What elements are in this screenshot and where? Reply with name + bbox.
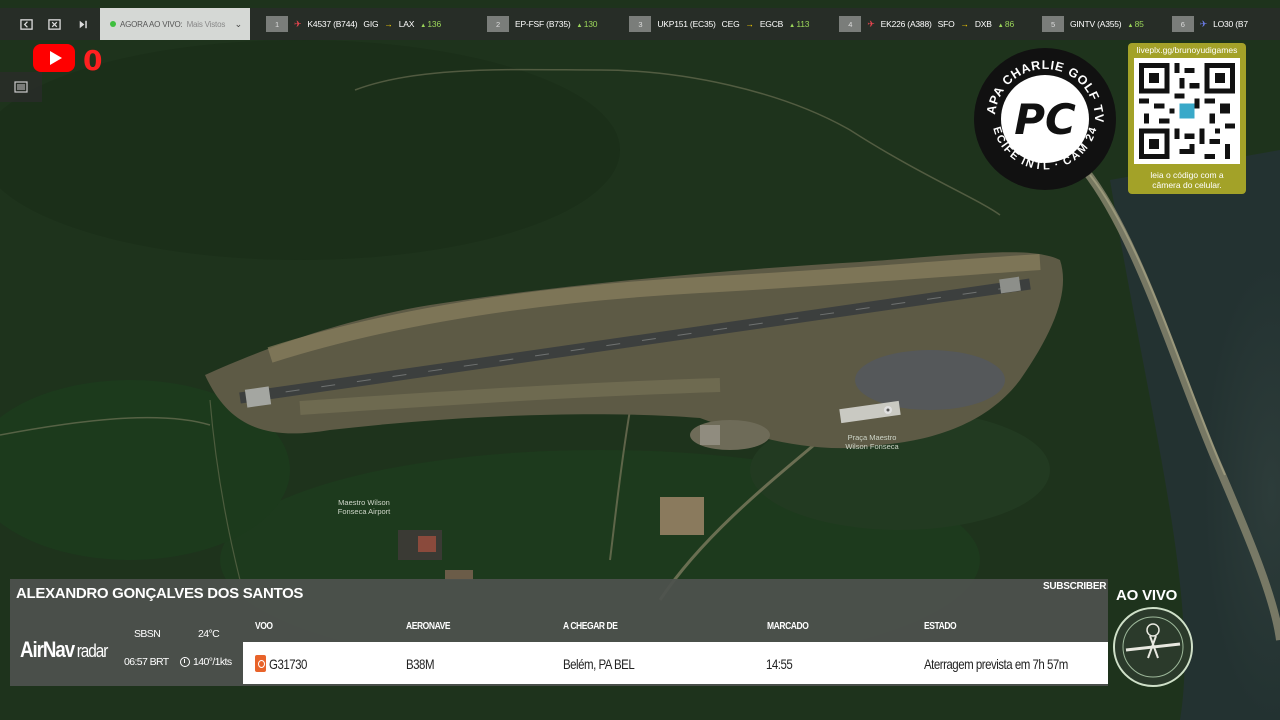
ranked-flight-item[interactable]: 3 UKP151 (EC35) CEG → EGCB 113	[629, 16, 809, 32]
viewer-count: 85	[1127, 19, 1144, 29]
destination-code: LAX	[398, 19, 415, 29]
airport-icao: SBSN	[134, 628, 161, 640]
arrow-right-icon: →	[960, 19, 970, 29]
now-live-value: Mais Vistos	[186, 19, 226, 29]
flight-row[interactable]: G31730 B38M Belém, PA BEL 14:55 Aterrage…	[243, 642, 1108, 684]
channel-logo: PAPA CHARLIE GOLF TV RECIFE INTL · CAM 2…	[972, 46, 1116, 190]
now-live-selector[interactable]: AGORA AO VIVO: Mais Vistos ⌄	[100, 8, 250, 40]
next-button[interactable]	[68, 8, 96, 40]
collapse-left-button[interactable]	[12, 8, 40, 40]
column-header-scheduled: MARCADO	[767, 621, 809, 632]
rank-badge: 3	[629, 16, 652, 32]
rank-badge: 4	[839, 16, 862, 32]
map-pin-icon[interactable]	[884, 406, 892, 414]
top-ticker-bar: AGORA AO VIVO: Mais Vistos ⌄ 1 ✈ K4537 (…	[0, 8, 1280, 40]
aircraft-type: B38M	[406, 656, 435, 672]
youtube-counter: 0	[83, 44, 103, 77]
column-header-origin: A CHEGAR DE	[563, 621, 618, 632]
chevron-down-icon: ⌄	[234, 18, 243, 29]
youtube-logo-icon	[33, 44, 75, 72]
rank-badge: 1	[266, 16, 288, 32]
viewer-count: 130	[577, 19, 598, 29]
rank-badge: 2	[487, 16, 509, 32]
live-badge-icon	[1113, 607, 1193, 687]
qr-caption-line1: leia o código com a	[1150, 170, 1224, 180]
subscriber-label: SUBSCRIBER	[1043, 581, 1107, 592]
destination-code: DXB	[974, 19, 992, 29]
qr-caption: leia o código com a câmera do celular.	[1132, 170, 1242, 190]
live-label: AO VIVO	[1116, 587, 1178, 604]
list-icon	[14, 81, 28, 93]
close-panel-button[interactable]	[40, 8, 68, 40]
qr-code-icon	[1134, 58, 1240, 164]
airnav-panel: SUBSCRIBER ALEXANDRO GONÇALVES DOS SANTO…	[10, 579, 1108, 686]
map-airport-label: Maestro Wilson	[338, 498, 390, 507]
close-box-icon	[47, 18, 61, 30]
ranked-flight-item[interactable]: 4 ✈ EK226 (A388) SFO → DXB 86	[839, 16, 1014, 32]
wind-value: 140°/1kts	[193, 656, 232, 668]
compass-icon	[180, 657, 190, 667]
qr-caption-line2: câmera do celular.	[1152, 180, 1222, 190]
airplane-icon: ✈	[867, 18, 875, 29]
panel-collapse-icon	[19, 18, 33, 30]
column-header-status: ESTADO	[924, 621, 957, 632]
ranked-flight-item[interactable]: 6 ✈ LO30 (B7	[1171, 16, 1248, 32]
column-header-aircraft: AERONAVE	[406, 621, 451, 632]
scheduled-time: 14:55	[766, 656, 793, 672]
flight-label: EP-FSF (B735)	[515, 19, 571, 29]
viewer-count: 113	[789, 19, 809, 29]
arrow-right-icon: →	[745, 19, 755, 29]
flight-label: UKP151 (EC35)	[657, 19, 716, 29]
qr-card[interactable]: liveplx.gg/brunoyudigames leia o código …	[1128, 43, 1246, 194]
flight-number: G31730	[269, 656, 307, 672]
gol-airline-icon	[255, 655, 266, 672]
rank-badge: 5	[1041, 16, 1064, 32]
flight-label: EK226 (A388)	[880, 19, 932, 29]
wind-info: 140°/1kts	[180, 656, 232, 668]
side-panel-toggle[interactable]	[0, 72, 42, 102]
origin-code: CEG	[721, 19, 740, 29]
local-time: 06:57 BRT	[124, 656, 169, 668]
temperature: 24°C	[198, 628, 220, 640]
airnav-brand: AirNav radar	[20, 637, 109, 663]
viewer-count: 136	[420, 19, 441, 29]
viewer-count: 86	[998, 19, 1014, 29]
map-poi-label-2: Wilson Fonseca	[845, 442, 899, 451]
airplane-icon: ✈	[1199, 18, 1208, 29]
now-live-label: AGORA AO VIVO:	[120, 19, 183, 29]
flight-status: Aterragem prevista em 7h 57m	[924, 656, 1068, 672]
brand-bold: AirNav	[20, 637, 75, 662]
airplane-icon: ✈	[294, 18, 302, 29]
origin-code: SFO	[937, 19, 955, 29]
brand-light: radar	[76, 641, 109, 661]
qr-url: liveplx.gg/brunoyudigames	[1136, 45, 1238, 55]
map-airport-label-2: Fonseca Airport	[338, 507, 391, 516]
column-header-flight: VOO	[255, 621, 273, 632]
destination-code: EGCB	[759, 19, 784, 29]
map-poi-label: Praça Maestro	[848, 433, 897, 442]
arriving-from: Belém, PA BEL	[563, 656, 635, 672]
flight-label: LO30 (B7	[1213, 19, 1248, 29]
airplane-icon: ✈	[1056, 110, 1071, 130]
flight-label: GINTV (A355)	[1069, 19, 1122, 29]
origin-code: GIG	[363, 19, 379, 29]
arrow-right-icon: →	[384, 19, 393, 29]
flight-ranking-list: 1 ✈ K4537 (B744) GIG → LAX 136 2 EP-FSF …	[266, 16, 1248, 32]
flight-label: K4537 (B744)	[307, 19, 358, 29]
ranked-flight-item[interactable]: 5 GINTV (A355) 85	[1041, 16, 1144, 32]
ranked-flight-item[interactable]: 2 EP-FSF (B735) 130	[487, 16, 598, 32]
rank-badge: 6	[1171, 16, 1194, 32]
ranked-flight-item[interactable]: 1 ✈ K4537 (B744) GIG → LAX 136	[266, 16, 441, 32]
subscriber-name: ALEXANDRO GONÇALVES DOS SANTOS	[16, 585, 304, 602]
skip-next-icon	[79, 20, 87, 28]
live-dot-icon	[110, 21, 116, 27]
